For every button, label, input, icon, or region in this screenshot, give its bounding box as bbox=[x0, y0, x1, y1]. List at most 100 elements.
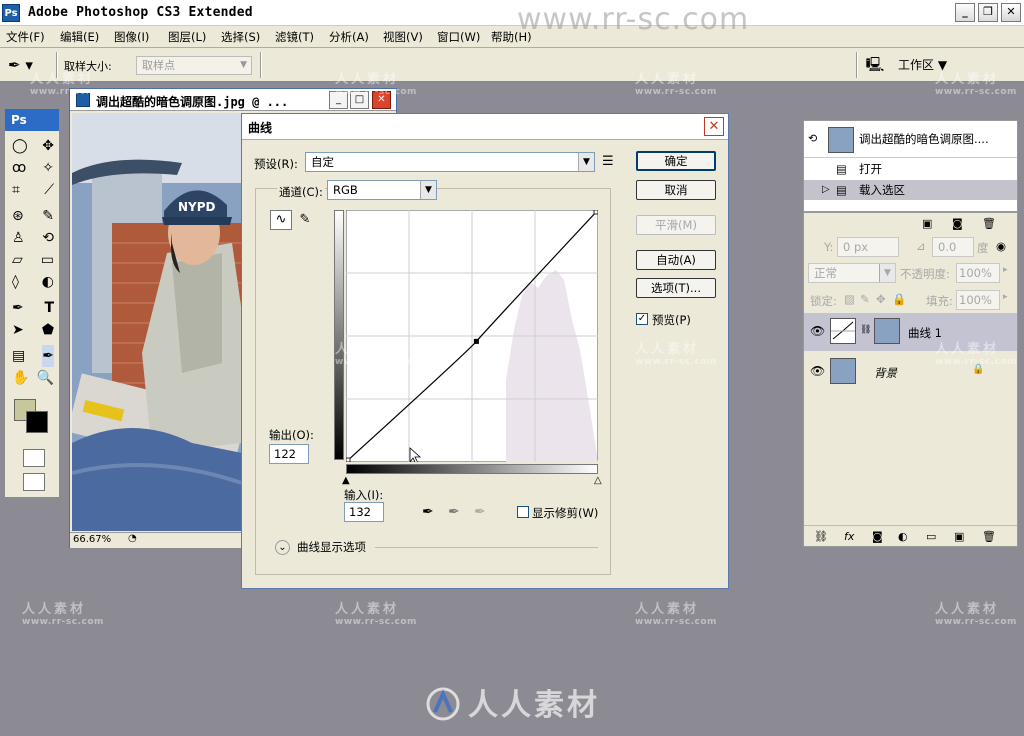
eye-icon[interactable]: 👁 bbox=[810, 364, 825, 378]
history-item-load-selection[interactable]: ▷ ▤ 载入选区 bbox=[804, 180, 1017, 200]
clone-stamp-tool-icon[interactable]: ♙ bbox=[12, 227, 25, 249]
options-button[interactable]: 选项(T)... bbox=[636, 278, 716, 298]
new-adjustment-layer-icon[interactable]: ◐ bbox=[898, 526, 908, 548]
y-field[interactable]: 0 px bbox=[837, 237, 899, 257]
history-brush-tool-icon[interactable]: ⟲ bbox=[42, 227, 54, 249]
black-eyedropper-icon[interactable]: ✒ bbox=[422, 504, 434, 520]
trash-icon[interactable]: 🗑 bbox=[982, 213, 996, 235]
move-tool-icon[interactable]: ✥ bbox=[42, 135, 54, 157]
doc-close-button[interactable]: ✕ bbox=[372, 91, 391, 109]
smooth-button[interactable]: 平滑(M) bbox=[636, 215, 716, 235]
type-tool-icon[interactable]: T bbox=[44, 297, 54, 319]
gradient-tool-icon[interactable]: ▭ bbox=[41, 249, 54, 271]
expand-chevron-icon[interactable]: ⌄ bbox=[275, 540, 290, 555]
opacity-slider-icon[interactable]: ▸ bbox=[1003, 265, 1008, 275]
new-snapshot-icon[interactable]: ◙ bbox=[952, 213, 963, 235]
angle-field[interactable]: 0.0 bbox=[932, 237, 974, 257]
eraser-tool-icon[interactable]: ▱ bbox=[12, 249, 23, 271]
healing-brush-tool-icon[interactable]: ⊛ bbox=[12, 205, 24, 227]
menu-file[interactable]: 文件(F) bbox=[6, 29, 45, 45]
preset-options-icon[interactable]: ☰ bbox=[602, 154, 614, 169]
preset-select[interactable]: 自定 ▼ bbox=[305, 152, 595, 172]
lock-transparency-icon[interactable]: ▨ bbox=[844, 292, 855, 306]
new-layer-icon[interactable]: ▣ bbox=[954, 526, 964, 548]
cancel-button[interactable]: 取消 bbox=[636, 180, 716, 200]
blend-mode-select[interactable]: 正常 ▼ bbox=[808, 263, 896, 283]
menu-filter[interactable]: 滤镜(T) bbox=[275, 29, 314, 45]
background-color-swatch[interactable] bbox=[26, 411, 48, 433]
minimize-button[interactable]: _ bbox=[955, 3, 975, 22]
eyedropper-tool-preset-icon[interactable]: ✒ ▾ bbox=[8, 54, 48, 76]
eye-icon[interactable]: 👁 bbox=[810, 324, 825, 338]
ok-button[interactable]: 确定 bbox=[636, 151, 716, 171]
menu-analysis[interactable]: 分析(A) bbox=[329, 29, 369, 45]
zoom-level[interactable]: 66.67% bbox=[73, 534, 111, 545]
magic-wand-tool-icon[interactable]: ✧ bbox=[42, 157, 54, 179]
history-snapshot[interactable]: ⟲ 调出超酷的暗色调原图.... bbox=[804, 125, 1017, 155]
status-menu-icon[interactable]: ◔ bbox=[128, 533, 137, 544]
close-button[interactable]: ✕ bbox=[1001, 3, 1021, 22]
doc-maximize-button[interactable]: □ bbox=[350, 91, 369, 109]
curve-endpoint-black[interactable] bbox=[346, 457, 351, 462]
curve-display-options-label[interactable]: 曲线显示选项 bbox=[297, 539, 370, 555]
menu-view[interactable]: 视图(V) bbox=[383, 29, 423, 45]
quick-mask-button[interactable] bbox=[23, 449, 45, 467]
sample-size-select[interactable]: 取样点 ▼ bbox=[136, 56, 252, 75]
menu-edit[interactable]: 编辑(E) bbox=[60, 29, 99, 45]
add-mask-icon[interactable]: ◙ bbox=[872, 526, 883, 548]
history-item-open[interactable]: ▤ 打开 bbox=[804, 159, 1017, 179]
curve-points-tool-icon[interactable]: ∿ bbox=[270, 210, 292, 230]
document-canvas-photo[interactable]: NYPD bbox=[72, 113, 242, 531]
layer-row-background[interactable]: 👁 背景 🔒 bbox=[804, 353, 1017, 391]
black-point-slider-icon[interactable]: ▲ bbox=[342, 475, 350, 486]
marquee-tool-icon[interactable]: ◯ bbox=[12, 135, 28, 157]
workspace-switch-icon[interactable]: 🖳 bbox=[862, 54, 888, 76]
output-field[interactable]: 122 bbox=[269, 444, 309, 464]
menu-layer[interactable]: 图层(L) bbox=[168, 29, 206, 45]
menu-window[interactable]: 窗口(W) bbox=[437, 29, 480, 45]
lasso-tool-icon[interactable]: ꝏ bbox=[12, 157, 26, 179]
opacity-field[interactable]: 100% bbox=[956, 263, 1000, 283]
path-selection-tool-icon[interactable]: ➤ bbox=[12, 319, 24, 341]
curve-graph[interactable] bbox=[346, 210, 598, 462]
fill-slider-icon[interactable]: ▸ bbox=[1003, 292, 1008, 302]
brush-tool-icon[interactable]: ✎ bbox=[42, 205, 54, 227]
link-layers-icon[interactable]: ⛓ bbox=[814, 526, 828, 548]
menu-select[interactable]: 选择(S) bbox=[221, 29, 260, 45]
restore-button[interactable]: ❐ bbox=[978, 3, 998, 22]
white-point-slider-icon[interactable]: △ bbox=[594, 475, 602, 486]
new-group-icon[interactable]: ▭ bbox=[926, 526, 936, 548]
crop-tool-icon[interactable]: ⌗ bbox=[12, 179, 20, 201]
hand-tool-icon[interactable]: ✋ bbox=[12, 367, 29, 389]
curve-endpoint-white[interactable] bbox=[593, 210, 598, 215]
dialog-close-button[interactable]: ✕ bbox=[704, 117, 724, 136]
slice-tool-icon[interactable]: ⟋ bbox=[44, 179, 54, 201]
commit-transform-icon[interactable]: ◉ bbox=[996, 239, 1006, 253]
lock-position-icon[interactable]: ✥ bbox=[876, 292, 886, 306]
lock-image-icon[interactable]: ✎ bbox=[860, 292, 870, 306]
auto-button[interactable]: 自动(A) bbox=[636, 250, 716, 270]
fill-field[interactable]: 100% bbox=[956, 290, 1000, 310]
white-eyedropper-icon[interactable]: ✒ bbox=[474, 504, 486, 520]
lock-all-icon[interactable]: 🔒 bbox=[892, 292, 906, 306]
layer-style-icon[interactable]: fx bbox=[844, 526, 854, 548]
layer-row-curves[interactable]: 👁 ⛓ 曲线 1 bbox=[804, 313, 1017, 351]
screen-mode-button[interactable] bbox=[23, 473, 45, 491]
gray-eyedropper-icon[interactable]: ✒ bbox=[448, 504, 460, 520]
input-field[interactable]: 132 bbox=[344, 502, 384, 522]
notes-tool-icon[interactable]: ▤ bbox=[12, 345, 25, 367]
history-brush-source-icon[interactable]: ⟲ bbox=[808, 129, 817, 149]
blur-tool-icon[interactable]: ◊ bbox=[12, 271, 19, 293]
workspace-button[interactable]: 工作区 ▼ bbox=[898, 55, 968, 75]
doc-minimize-button[interactable]: _ bbox=[329, 91, 348, 109]
show-clipping-checkbox[interactable] bbox=[517, 506, 529, 518]
zoom-tool-icon[interactable]: 🔍 bbox=[37, 367, 54, 389]
delete-layer-icon[interactable]: 🗑 bbox=[982, 526, 996, 548]
channel-select[interactable]: RGB ▼ bbox=[327, 180, 437, 200]
new-document-icon[interactable]: ▣ bbox=[922, 213, 932, 235]
dodge-tool-icon[interactable]: ◐ bbox=[42, 271, 54, 293]
pen-tool-icon[interactable]: ✒ bbox=[12, 297, 24, 319]
preview-checkbox[interactable]: ✓ bbox=[636, 313, 648, 325]
menu-image[interactable]: 图像(I) bbox=[114, 29, 149, 45]
pencil-draw-tool-icon[interactable]: ✎ bbox=[294, 210, 316, 230]
